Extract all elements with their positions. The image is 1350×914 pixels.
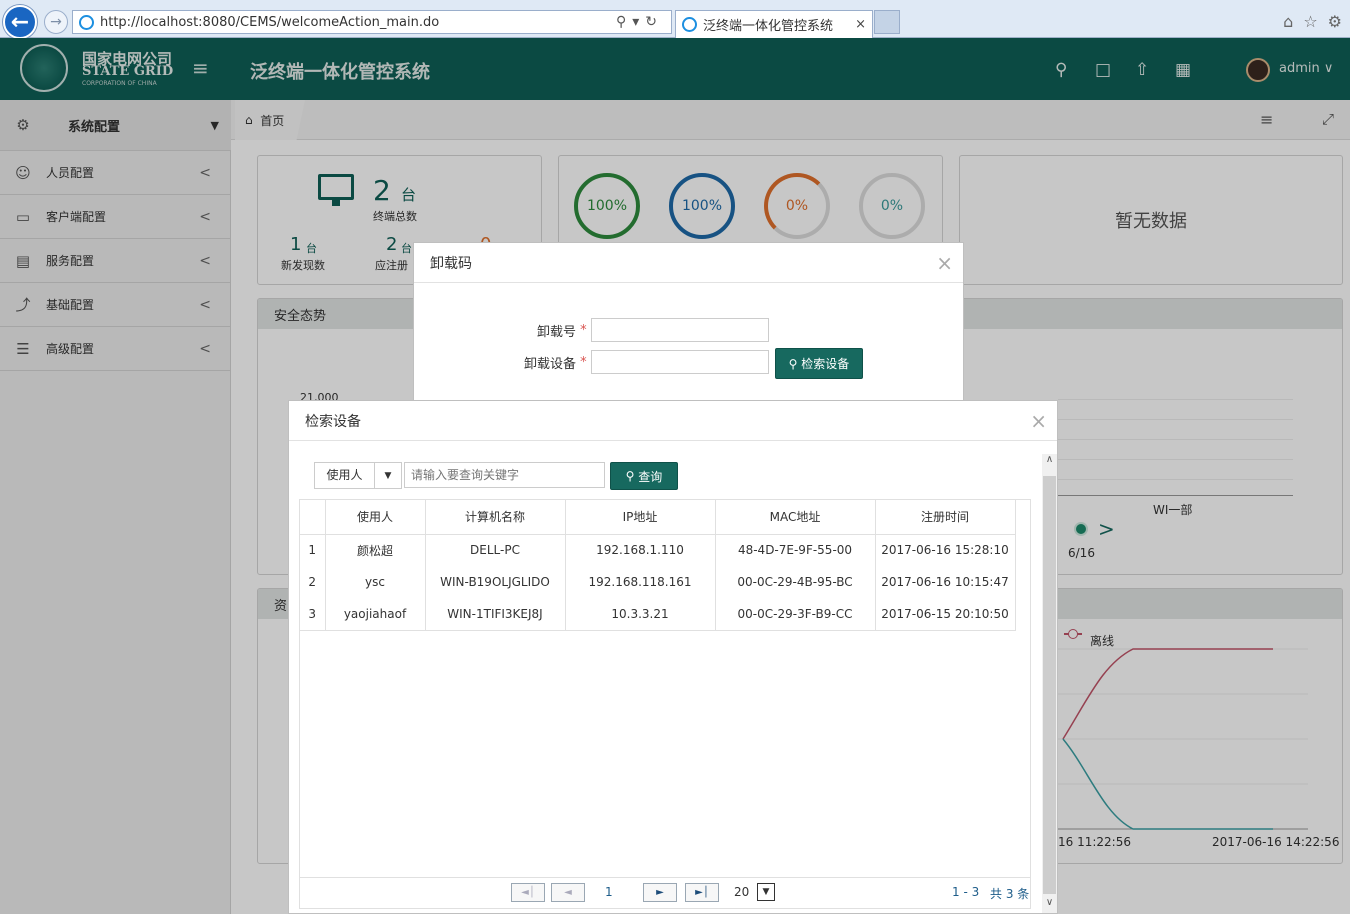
cell-time: 2017-06-16 15:28:10 xyxy=(875,534,1016,566)
cell-pc: WIN-1TIFI3KEJ8J xyxy=(425,598,566,630)
uninstall-code-modal: 卸载码 × 卸载号 * 卸载设备 * ⚲ 检索设备 xyxy=(413,242,964,412)
modal-header: 卸载码 × xyxy=(414,243,963,283)
row-index: 1 xyxy=(300,534,326,566)
field-row-device: 卸载设备 * xyxy=(506,350,769,374)
search-input[interactable] xyxy=(404,462,605,488)
new-tab-button[interactable] xyxy=(874,10,900,34)
first-page-icon[interactable]: ◄│ xyxy=(511,883,545,902)
required-mark: * xyxy=(580,322,587,338)
cell-pc: WIN-B19OLJGLIDO xyxy=(425,566,566,598)
table-row[interactable]: 3 yaojiahaof WIN-1TIFI3KEJ8J 10.3.3.21 0… xyxy=(300,598,1016,630)
cell-user: yaojiahaof xyxy=(325,598,426,630)
total-count: 共 3 条 xyxy=(990,887,1030,901)
search-device-modal: 检索设备 × 使用人 ▼ ⚲ 查询 使用人 计算机名称 IP地址 MAC地址 注册… xyxy=(288,400,1058,914)
cell-time: 2017-06-16 10:15:47 xyxy=(875,566,1016,598)
column-header-ip[interactable]: IP地址 xyxy=(565,500,716,535)
next-page-icon[interactable]: ► xyxy=(643,883,677,902)
home-icon[interactable]: ⌂ xyxy=(1283,12,1293,31)
scroll-up-icon[interactable]: ∧ xyxy=(1042,454,1057,472)
address-url: http://localhost:8080/CEMS/welcomeAction… xyxy=(100,14,440,30)
cell-ip: 192.168.1.110 xyxy=(565,534,716,566)
cell-ip: 192.168.118.161 xyxy=(565,566,716,598)
search-icon: ⚲ xyxy=(625,469,635,483)
search-device-button[interactable]: ⚲ 检索设备 xyxy=(775,348,863,379)
close-icon[interactable]: × xyxy=(1030,409,1047,433)
cell-mac: 48-4D-7E-9F-55-00 xyxy=(715,534,876,566)
search-icon: ⚲ xyxy=(788,356,798,371)
search-device-label: 检索设备 xyxy=(801,357,850,371)
search-refresh-icon[interactable]: ⚲▾↻ xyxy=(616,14,663,30)
uninstall-code-input[interactable] xyxy=(590,318,769,342)
ie-page-icon xyxy=(79,14,94,30)
page-size-dropdown-icon[interactable]: ▼ xyxy=(757,883,775,901)
result-table: 使用人 计算机名称 IP地址 MAC地址 注册时间 1 颜松超 DELL-PC … xyxy=(300,500,1016,631)
filter-select[interactable]: 使用人 ▼ xyxy=(314,462,402,489)
tab-title: 泛终端一体化管控系统 xyxy=(703,19,834,34)
tab-close-icon[interactable]: × xyxy=(855,17,866,32)
filter-select-value: 使用人 xyxy=(315,463,375,488)
column-header-time[interactable]: 注册时间 xyxy=(875,500,1016,535)
column-header-mac[interactable]: MAC地址 xyxy=(715,500,876,535)
cell-pc: DELL-PC xyxy=(425,534,566,566)
page-size-value: 20 xyxy=(734,885,750,899)
forward-arrow-icon[interactable]: → xyxy=(44,10,68,34)
result-grid: 使用人 计算机名称 IP地址 MAC地址 注册时间 1 颜松超 DELL-PC … xyxy=(299,499,1031,909)
column-header-user[interactable]: 使用人 xyxy=(325,500,426,535)
gear-icon[interactable]: ⚙ xyxy=(1328,12,1342,31)
uninstall-device-input[interactable] xyxy=(590,350,769,374)
cell-ip: 10.3.3.21 xyxy=(565,598,716,630)
cell-mac: 00-0C-29-3F-B9-CC xyxy=(715,598,876,630)
cell-mac: 00-0C-29-4B-95-BC xyxy=(715,566,876,598)
back-arrow-icon[interactable]: ← xyxy=(3,5,37,39)
column-header-index xyxy=(300,500,326,535)
row-index: 2 xyxy=(300,566,326,598)
cell-user: 颜松超 xyxy=(325,534,426,566)
table-header-row: 使用人 计算机名称 IP地址 MAC地址 注册时间 xyxy=(300,500,1016,535)
query-button[interactable]: ⚲ 查询 xyxy=(610,462,678,490)
modal-header: 检索设备 × xyxy=(289,401,1057,441)
cell-time: 2017-06-15 20:10:50 xyxy=(875,598,1016,630)
modal-title: 卸载码 xyxy=(430,255,472,272)
cell-user: ysc xyxy=(325,566,426,598)
scroll-down-icon[interactable]: ∨ xyxy=(1042,897,1057,913)
table-row[interactable]: 1 颜松超 DELL-PC 192.168.1.110 48-4D-7E-9F-… xyxy=(300,534,1016,566)
required-mark: * xyxy=(580,354,587,370)
field-row-code: 卸载号 * xyxy=(506,318,769,342)
field-label: 卸载号 xyxy=(536,324,576,340)
row-index: 3 xyxy=(300,598,326,630)
last-page-icon[interactable]: ►│ xyxy=(685,883,719,902)
query-button-label: 查询 xyxy=(638,469,663,484)
ie-tab-icon xyxy=(682,17,697,32)
current-page[interactable]: 1 xyxy=(605,885,613,899)
modal-title: 检索设备 xyxy=(305,413,361,430)
table-row[interactable]: 2 ysc WIN-B19OLJGLIDO 192.168.118.161 00… xyxy=(300,566,1016,598)
address-bar[interactable]: http://localhost:8080/CEMS/welcomeAction… xyxy=(72,10,672,34)
pager: ◄│ ◄ 1 ► ►│ 20 ▼ 1 - 3 共 3 条 xyxy=(300,877,1030,908)
scrollbar[interactable]: ∧ ∨ xyxy=(1042,454,1057,913)
prev-page-icon[interactable]: ◄ xyxy=(551,883,585,902)
field-label: 卸载设备 xyxy=(523,356,576,372)
close-icon[interactable]: × xyxy=(936,251,953,275)
scroll-thumb[interactable] xyxy=(1043,476,1056,894)
page-range: 1 - 3 xyxy=(952,885,980,899)
favorites-star-icon[interactable]: ☆ xyxy=(1303,12,1317,31)
browser-tab[interactable]: 泛终端一体化管控系统 × xyxy=(675,10,873,38)
browser-tools: ⌂ ☆ ⚙ xyxy=(1283,12,1342,31)
column-header-pc[interactable]: 计算机名称 xyxy=(425,500,566,535)
caret-down-icon: ▼ xyxy=(384,470,392,481)
